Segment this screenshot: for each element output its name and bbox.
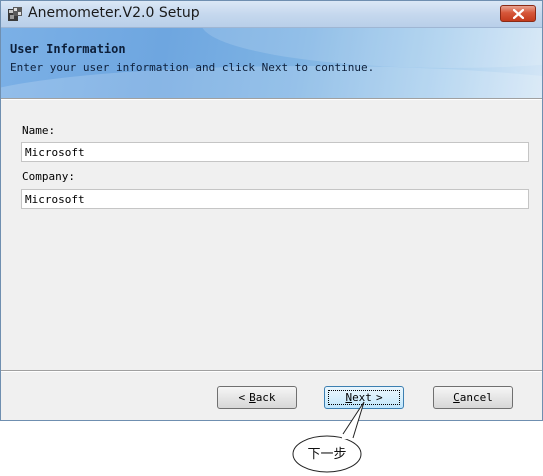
callout-bubble xyxy=(292,401,365,473)
callout-text: 下一步 xyxy=(307,447,347,462)
